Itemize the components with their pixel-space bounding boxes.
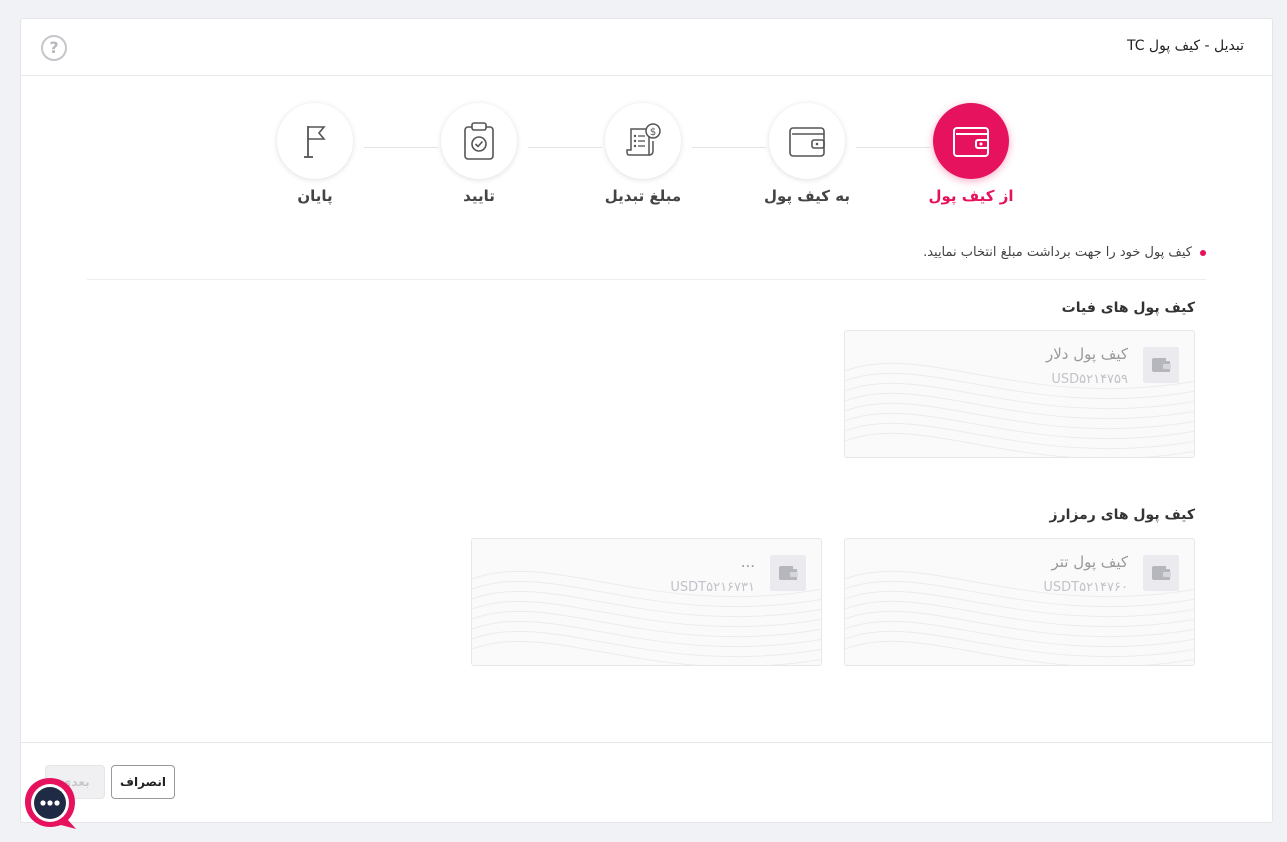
step-connector [692, 147, 766, 148]
wallet-code: USDT۵۲۱۶۷۳۱ [670, 580, 755, 595]
wallet-name: ... [740, 553, 755, 571]
step-label-finish: پایان [297, 187, 333, 205]
wallet-icon [1143, 555, 1179, 591]
step-connector [528, 147, 602, 148]
step-connector [364, 147, 438, 148]
help-icon[interactable]: ? [41, 35, 67, 61]
converter-panel: تبدیل - کیف پول TC ? از کیف پول به کیف پ… [20, 18, 1273, 823]
divider [87, 279, 1206, 280]
bullet-dot [1200, 249, 1206, 256]
clipboard-check-icon [464, 122, 494, 160]
page-title: تبدیل - کیف پول TC [1126, 38, 1244, 54]
chat-widget-icon[interactable] [23, 776, 77, 830]
wallet-icon [789, 127, 825, 157]
crypto-section-title: کیف پول های رمزارز [1049, 507, 1195, 523]
wallet-name: کیف پول تتر [1051, 553, 1128, 571]
fiat-section-title: کیف پول های فیات [1061, 300, 1195, 316]
cancel-button[interactable]: انصراف [111, 765, 175, 799]
wallet-card-usdt[interactable]: کیف پول تتر USDT۵۲۱۴۷۶۰ [844, 538, 1195, 666]
step-confirm[interactable] [441, 103, 517, 179]
flag-icon [304, 126, 326, 158]
wallet-code: USD۵۲۱۴۷۵۹ [1051, 372, 1128, 387]
receipt-dollar-icon: $ [626, 123, 661, 156]
step-label-to-wallet: به کیف پول [764, 187, 850, 205]
footer-divider [21, 742, 1272, 743]
wallet-name: کیف پول دلار [1045, 345, 1128, 363]
wallet-icon [953, 127, 989, 157]
step-amount[interactable]: $ [605, 103, 681, 179]
step-finish[interactable] [277, 103, 353, 179]
wallet-icon [770, 555, 806, 591]
step-label-confirm: تایید [463, 187, 495, 205]
step-from-wallet[interactable] [933, 103, 1009, 179]
wallet-card-usd[interactable]: کیف پول دلار USD۵۲۱۴۷۵۹ [844, 330, 1195, 458]
step-to-wallet[interactable] [769, 103, 845, 179]
panel-header: تبدیل - کیف پول TC ? [21, 19, 1272, 76]
wallet-code: USDT۵۲۱۴۷۶۰ [1043, 580, 1128, 595]
svg-text:$: $ [650, 127, 656, 138]
instruction-text: کیف پول خود را جهت برداشت مبلغ انتخاب نم… [923, 245, 1206, 260]
step-label-from-wallet: از کیف پول [928, 187, 1014, 205]
step-label-amount: مبلغ تبدیل [604, 187, 682, 205]
wallet-icon [1143, 347, 1179, 383]
step-connector [856, 147, 930, 148]
wallet-card-usdt-2[interactable]: ... USDT۵۲۱۶۷۳۱ [471, 538, 822, 666]
